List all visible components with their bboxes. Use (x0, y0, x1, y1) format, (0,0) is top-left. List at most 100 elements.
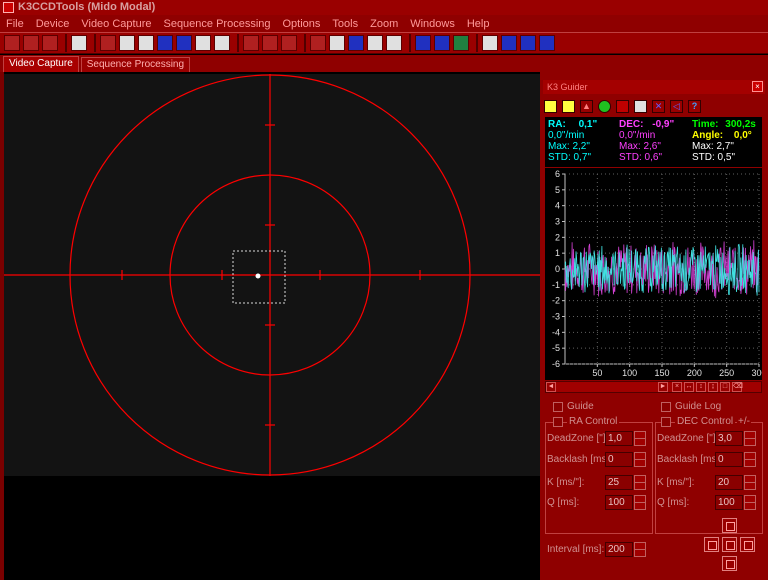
curve-icon[interactable] (310, 35, 326, 51)
fft-icon[interactable] (520, 35, 536, 51)
ra-k-input[interactable]: 25 (605, 475, 633, 490)
ra-k-spinner[interactable] (634, 475, 646, 490)
dec-deadzone-input[interactable]: 3,0 (715, 431, 743, 446)
dec-control-checkbox[interactable] (661, 417, 671, 427)
ra-q-input[interactable]: 100 (605, 495, 633, 510)
video-view[interactable] (4, 74, 540, 476)
menu-sequence-processing[interactable]: Sequence Processing (157, 18, 276, 30)
menu-options[interactable]: Options (277, 18, 327, 30)
grid-icon[interactable] (157, 35, 173, 51)
film-icon[interactable] (195, 35, 211, 51)
device-icon[interactable] (138, 35, 154, 51)
tab-video-capture[interactable]: Video Capture (3, 56, 79, 72)
close-icon[interactable]: × (752, 81, 763, 92)
chart-icon[interactable] (539, 35, 555, 51)
sequence-icon[interactable] (243, 35, 259, 51)
y-tick-label: -6 (552, 359, 560, 369)
guider-title: K3 Guider (547, 82, 588, 92)
toolbar-separator (65, 34, 67, 52)
dec-k-spinner[interactable] (744, 475, 756, 490)
dec-backlash-input[interactable]: 0 (715, 452, 743, 467)
log-icon[interactable] (634, 99, 647, 113)
guide-log-checkbox[interactable] (661, 402, 671, 412)
triangle-icon[interactable]: ▲ (580, 99, 593, 113)
level-icon[interactable] (176, 35, 192, 51)
y-tick-label: -5 (552, 343, 560, 353)
speaker-icon[interactable]: ◁ (670, 99, 683, 113)
guide-error-chart: 6 5 4 3 2 1 0 -1 -2 -3 -4 -5 -6 50 100 150 200 250 300 (545, 168, 767, 380)
help-icon[interactable]: ? (688, 99, 701, 113)
ra-deadzone-input[interactable]: 1,0 (605, 431, 633, 446)
guide-checkbox[interactable] (553, 402, 563, 412)
save-icon[interactable] (42, 35, 58, 51)
menu-help[interactable]: Help (461, 18, 496, 30)
interval-input[interactable]: 200 (605, 542, 633, 557)
menu-zoom[interactable]: Zoom (364, 18, 404, 30)
ra-backlash-spinner[interactable] (634, 452, 646, 467)
dec-k-input[interactable]: 20 (715, 475, 743, 490)
clear-icon[interactable]: ⌫ (732, 382, 743, 392)
stack-icon[interactable] (348, 35, 364, 51)
interval-spinner[interactable] (634, 542, 646, 557)
menu-file[interactable]: File (0, 18, 30, 30)
stop-icon[interactable] (616, 99, 629, 113)
target-icon[interactable] (544, 99, 557, 113)
zoom-y-out-icon[interactable]: ↨ (708, 382, 718, 392)
menu-tools[interactable]: Tools (326, 18, 364, 30)
process-icon[interactable] (281, 35, 297, 51)
dot-icon[interactable] (482, 35, 498, 51)
menu-device[interactable]: Device (30, 18, 76, 30)
zoom-y-in-icon[interactable]: ↕ (696, 382, 706, 392)
dec-q-label: Q [ms]: (657, 497, 690, 508)
graph-icon[interactable] (434, 35, 450, 51)
fit-icon[interactable]: □ (720, 382, 730, 392)
reticle-icon[interactable] (415, 35, 431, 51)
run-icon[interactable] (71, 35, 87, 51)
tab-sequence-processing[interactable]: Sequence Processing (80, 57, 191, 72)
calibrate-icon[interactable]: ✕ (652, 99, 665, 113)
app-icon (3, 2, 14, 13)
menu-windows[interactable]: Windows (404, 18, 461, 30)
ra-q-label: Q [ms]: (547, 497, 580, 508)
monitor-icon[interactable] (453, 35, 469, 51)
move-east-button[interactable] (740, 537, 755, 552)
copy-icon[interactable] (23, 35, 39, 51)
menu-video-capture[interactable]: Video Capture (75, 18, 157, 30)
dec-backlash-spinner[interactable] (744, 452, 756, 467)
scroll-right-icon[interactable]: ► (658, 382, 668, 392)
y-tick-label: 2 (555, 232, 560, 242)
dec-q-input[interactable]: 100 (715, 495, 743, 510)
move-west-button[interactable] (704, 537, 719, 552)
camera-icon[interactable] (119, 35, 135, 51)
capture-icon[interactable] (100, 35, 116, 51)
dec-deadzone-spinner[interactable] (744, 431, 756, 446)
record-icon[interactable] (214, 35, 230, 51)
ra-backlash-label: Backlash [ms]: (547, 454, 613, 465)
dec-q-spinner[interactable] (744, 495, 756, 510)
select-icon[interactable] (562, 99, 575, 113)
guide-label: Guide (567, 401, 594, 412)
move-center-button[interactable] (722, 537, 737, 552)
chart-scrollbar[interactable]: ◄ ► × ↔ ↕ ↨ □ ⌫ (545, 381, 762, 393)
ra-q-spinner[interactable] (634, 495, 646, 510)
title-bar: K3CCDTools (Mido Modal) (0, 0, 768, 15)
move-north-button[interactable] (722, 518, 737, 533)
move-south-button[interactable] (722, 556, 737, 571)
ra-backlash-input[interactable]: 0 (605, 452, 633, 467)
start-icon[interactable] (598, 99, 611, 113)
x-tick-label: 300 (751, 368, 762, 378)
scroll-left-icon[interactable]: ◄ (546, 382, 556, 392)
align-icon[interactable] (329, 35, 345, 51)
guide-log-label: Guide Log (675, 401, 722, 412)
export-icon[interactable] (386, 35, 402, 51)
dec-invert-toggle[interactable]: +/- (737, 416, 751, 427)
histogram-icon[interactable] (262, 35, 278, 51)
frames-icon[interactable] (367, 35, 383, 51)
ra-deadzone-spinner[interactable] (634, 431, 646, 446)
telescope-icon[interactable] (501, 35, 517, 51)
zoom-x-in-icon[interactable]: × (672, 382, 682, 392)
toolbar-separator (237, 34, 239, 52)
zoom-x-out-icon[interactable]: ↔ (684, 382, 694, 392)
ra-control-checkbox[interactable] (553, 417, 563, 427)
connect-icon[interactable] (4, 35, 20, 51)
